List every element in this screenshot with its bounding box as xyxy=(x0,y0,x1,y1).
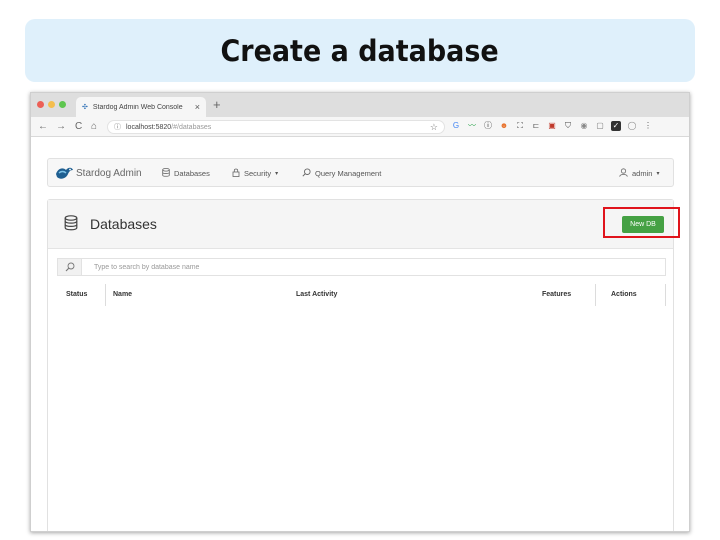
search-icon xyxy=(58,259,82,275)
analytics-icon[interactable]: 〰 xyxy=(467,121,477,131)
stardog-favicon-icon: ✣ xyxy=(82,104,88,111)
nav-user-label: admin xyxy=(632,169,653,178)
user-icon xyxy=(619,168,628,179)
back-button[interactable]: ← xyxy=(38,120,48,133)
ext-info-icon[interactable]: ⓘ xyxy=(483,121,493,131)
databases-table-header: Status Name Last Activity Features Actio… xyxy=(57,284,666,306)
forward-button[interactable]: → xyxy=(56,120,66,133)
brand[interactable]: Stardog Admin xyxy=(54,164,142,182)
ext-face-icon[interactable]: ☻ xyxy=(499,121,509,131)
panel-title: Databases xyxy=(90,216,157,232)
chevron-down-icon: ▾ xyxy=(275,171,279,177)
browser-tab[interactable]: ✣ Stardog Admin Web Console × xyxy=(76,97,206,117)
lock-icon xyxy=(232,168,240,179)
ext-square-icon[interactable]: ▢ xyxy=(595,121,605,131)
window-close-button[interactable] xyxy=(37,101,44,108)
slide-title-banner: Create a database xyxy=(25,19,695,82)
home-button[interactable]: ⌂ xyxy=(91,120,97,133)
profile-icon[interactable]: ◯ xyxy=(627,121,637,131)
browser-tabstrip: ✣ Stardog Admin Web Console × + xyxy=(31,93,689,117)
column-divider xyxy=(105,284,106,306)
chevron-down-icon: ▾ xyxy=(656,171,660,177)
column-features[interactable]: Features xyxy=(542,291,571,298)
ext-check-icon[interactable]: ✓ xyxy=(611,121,621,131)
site-info-icon[interactable]: ⓘ xyxy=(114,122,121,132)
url-path: /#/databases xyxy=(171,123,212,131)
app-navbar: Stardog Admin Databases Security ▾ Query… xyxy=(47,158,674,187)
ext-book-icon[interactable]: ▣ xyxy=(547,121,557,131)
tab-close-icon[interactable]: × xyxy=(195,102,200,112)
slide-title: Create a database xyxy=(220,33,500,68)
extensions-row: G 〰 ⓘ ☻ ⛶ ⊏ ▣ ⛉ ◉ ▢ ✓ ◯ ⋮ xyxy=(451,121,653,131)
database-search xyxy=(57,258,666,276)
new-db-button[interactable]: New DB xyxy=(622,216,664,233)
browser-tab-title: Stardog Admin Web Console xyxy=(92,103,183,111)
browser-window: ✣ Stardog Admin Web Console × + ← → C ⌂ … xyxy=(30,92,690,532)
column-last-activity[interactable]: Last Activity xyxy=(296,291,337,298)
nav-databases[interactable]: Databases xyxy=(162,168,210,179)
window-minimize-button[interactable] xyxy=(48,101,55,108)
bookmark-star-icon[interactable]: ☆ xyxy=(430,122,438,133)
databases-panel: Databases New DB Status Name Last Activi… xyxy=(47,199,680,531)
nav-security-label: Security xyxy=(244,169,272,178)
nav-security[interactable]: Security ▾ xyxy=(232,168,278,179)
brand-name: Stardog Admin xyxy=(76,167,142,179)
google-icon[interactable]: G xyxy=(451,121,461,131)
cast-icon[interactable]: ⊏ xyxy=(531,121,541,131)
ext-gray-icon[interactable]: ◉ xyxy=(579,121,589,131)
database-search-input[interactable] xyxy=(82,259,665,275)
browser-toolbar: ← → C ⌂ ⓘ localhost:5820 /#/databases ☆ … xyxy=(31,117,689,137)
stardog-logo-icon xyxy=(54,164,74,182)
shield-icon[interactable]: ⛉ xyxy=(563,121,573,131)
window-maximize-button[interactable] xyxy=(59,101,66,108)
nav-databases-label: Databases xyxy=(174,169,210,178)
database-icon xyxy=(162,168,170,179)
column-divider xyxy=(665,284,666,306)
reload-button[interactable]: C xyxy=(75,120,82,133)
nav-query-management[interactable]: Query Management xyxy=(302,168,381,179)
column-name[interactable]: Name xyxy=(113,291,132,298)
screenshot-icon[interactable]: ⛶ xyxy=(515,121,525,131)
database-icon xyxy=(64,215,78,236)
nav-query-management-label: Query Management xyxy=(315,169,382,178)
search-icon xyxy=(302,168,311,179)
new-tab-button[interactable]: + xyxy=(213,97,221,113)
url-host: localhost:5820 xyxy=(126,123,172,131)
column-divider xyxy=(595,284,596,306)
column-actions[interactable]: Actions xyxy=(611,291,637,298)
menu-dots-icon[interactable]: ⋮ xyxy=(643,121,653,131)
column-status[interactable]: Status xyxy=(66,291,87,298)
address-bar[interactable]: ⓘ localhost:5820 /#/databases ☆ xyxy=(107,120,445,134)
nav-user-menu[interactable]: admin ▾ xyxy=(619,168,659,179)
panel-header: Databases New DB xyxy=(48,200,680,249)
